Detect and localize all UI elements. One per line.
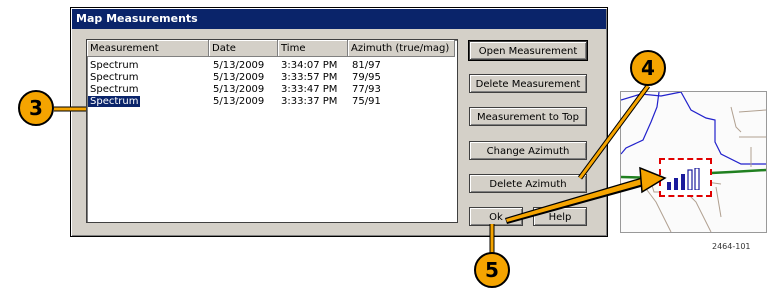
callout-3: 3 [18,90,54,126]
dialog-title: Map Measurements [76,12,198,25]
cell-time: 3:33:57 PM [281,72,338,83]
cell-measurement: Spectrum [88,96,141,107]
column-header-time[interactable]: Time [278,40,348,57]
table-row[interactable]: Spectrum 5/13/2009 3:33:47 PM 77/93 [87,84,455,95]
cell-azimuth: 79/95 [352,72,381,83]
table-row[interactable]: Spectrum 5/13/2009 3:34:07 PM 81/97 [87,60,455,71]
cell-azimuth: 81/97 [352,60,381,71]
table-row[interactable]: Spectrum 5/13/2009 3:33:57 PM 79/95 [87,72,455,83]
change-azimuth-button[interactable]: Change Azimuth [469,141,587,160]
delete-measurement-button[interactable]: Delete Measurement [469,74,587,93]
column-header-azimuth[interactable]: Azimuth (true/mag) [348,40,455,57]
cell-azimuth: 77/93 [352,84,381,95]
measurement-to-top-button[interactable]: Measurement to Top [469,107,587,126]
cell-measurement: Spectrum [90,60,139,71]
cell-date: 5/13/2009 [213,96,265,107]
column-header-date[interactable]: Date [209,40,278,57]
figure-number: 2464-101 [712,242,751,251]
table-row-selected[interactable]: Spectrum 5/13/2009 3:33:37 PM 75/91 [87,96,455,107]
delete-azimuth-button[interactable]: Delete Azimuth [469,174,587,193]
cell-date: 5/13/2009 [213,72,265,83]
cell-measurement: Spectrum [90,84,139,95]
open-measurement-button[interactable]: Open Measurement [468,40,588,61]
help-button[interactable]: Help [533,207,587,226]
cell-azimuth: 75/91 [352,96,381,107]
signal-marker[interactable] [659,158,712,197]
cell-date: 5/13/2009 [213,60,265,71]
column-header-measurement[interactable]: Measurement [87,40,209,57]
callout-5: 5 [474,252,510,288]
signal-strength-icon [667,167,707,194]
measurement-list[interactable]: Measurement Date Time Azimuth (true/mag)… [86,39,458,223]
cell-time: 3:33:47 PM [281,84,338,95]
cell-measurement: Spectrum [90,72,139,83]
ok-button[interactable]: Ok [469,207,523,226]
title-bar: Map Measurements [72,9,606,29]
map-measurements-dialog: Map Measurements Measurement Date Time A… [70,7,608,237]
map-view[interactable] [620,91,767,233]
cell-date: 5/13/2009 [213,84,265,95]
cell-time: 3:33:37 PM [281,96,338,107]
callout-4: 4 [630,50,666,86]
cell-time: 3:34:07 PM [281,60,338,71]
